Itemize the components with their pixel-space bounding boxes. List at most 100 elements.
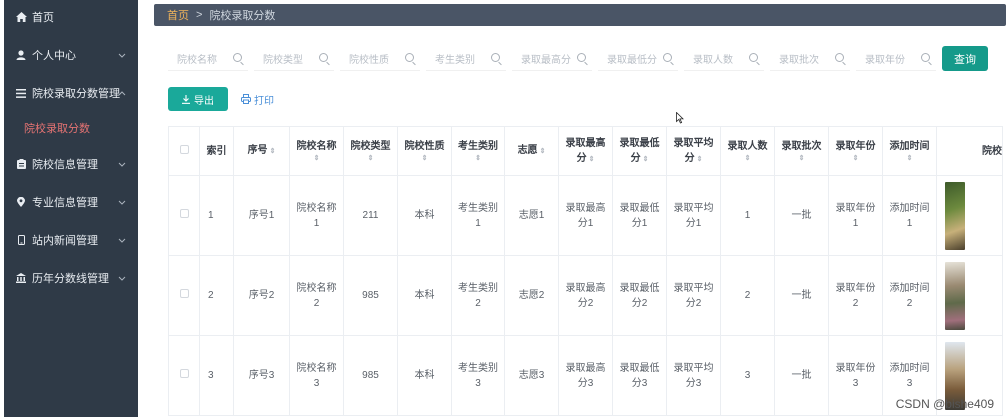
sidebar-item-label: 首页: [32, 12, 54, 24]
cell-admit-batch: 一批: [774, 255, 829, 336]
menu-icon: [12, 88, 30, 98]
header-wish[interactable]: 志愿 ⇕: [504, 126, 559, 176]
export-button[interactable]: 导出: [168, 87, 228, 111]
search-icon: [577, 53, 586, 62]
cell-student-category: 考生类别 3: [451, 335, 505, 416]
table-header-row: 索引 序号 ⇕ 院校名称 ⇕ 院校类型 ⇕ 院校性质 ⇕ 考生类别 ⇕ 志愿 ⇕ 录取最高分…: [168, 126, 1003, 176]
breadcrumb-home-link[interactable]: 首页: [167, 7, 189, 23]
search-input-college-nature[interactable]: 院校性质: [340, 47, 420, 71]
search-input-college-name[interactable]: 院校名称: [168, 47, 248, 71]
cell-min-score: 录取最低 分2: [612, 255, 667, 336]
breadcrumb: 首页 > 院校录取分数: [154, 4, 1006, 26]
header-admit-year[interactable]: 录取年份 ⇕: [828, 126, 883, 176]
cell-max-score: 录取最高 分2: [558, 255, 613, 336]
sidebar-item-college-info[interactable]: 院校信息管理: [4, 145, 138, 183]
cell-wish: 志愿2: [504, 255, 559, 336]
query-button[interactable]: 查询: [942, 46, 988, 71]
header-add-time[interactable]: 添加时间 ⇕: [882, 126, 937, 176]
search-icon: [749, 53, 758, 62]
header-student-category[interactable]: 考生类别 ⇕: [451, 126, 505, 176]
search-icon: [319, 53, 328, 62]
sidebar-subitem-admission-scores[interactable]: 院校录取分数: [4, 113, 138, 143]
header-college-nature[interactable]: 院校性质 ⇕: [397, 126, 452, 176]
sidebar-item-news[interactable]: 站内新闻管理: [4, 221, 138, 259]
sort-icon: ⇕: [852, 155, 859, 162]
sidebar-item-admission-scores-mgmt[interactable]: 院校录取分数管理: [4, 74, 138, 112]
cell-admit-batch: 一批: [774, 335, 829, 416]
search-input-admit-count[interactable]: 录取人数: [684, 47, 764, 71]
sidebar: 首页 个人中心 院校录取分数管理 院校录取分数 院校信息管理 专业信息管理 站内…: [4, 0, 138, 417]
cell-college-image[interactable]: [936, 175, 1003, 256]
search-input-admit-batch[interactable]: 录取批次: [770, 47, 850, 71]
row-checkbox[interactable]: [168, 255, 200, 336]
select-all-checkbox[interactable]: [168, 126, 200, 176]
clipboard-icon: [12, 159, 30, 169]
row-checkbox[interactable]: [168, 335, 200, 416]
cell-avg-score: 录取平均 分1: [666, 175, 721, 256]
watermark: CSDN @bishe409: [895, 397, 994, 411]
row-checkbox[interactable]: [168, 175, 200, 256]
cell-college-nature: 本科: [397, 335, 452, 416]
cell-wish: 志愿1: [504, 175, 559, 256]
search-icon: [491, 53, 500, 62]
college-image-thumbnail[interactable]: [945, 181, 965, 250]
search-input-student-category[interactable]: 考生类别: [426, 47, 506, 71]
header-college-type[interactable]: 院校类型 ⇕: [343, 126, 398, 176]
cell-college-type: 985: [343, 255, 398, 336]
cell-college-name: 院校名称 2: [289, 255, 344, 336]
cell-index: 2: [199, 255, 234, 336]
cell-admit-count: 3: [720, 335, 775, 416]
search-placeholder: 录取批次: [779, 55, 819, 66]
cell-college-nature: 本科: [397, 255, 452, 336]
search-placeholder: 考生类别: [435, 55, 475, 66]
search-icon: [921, 53, 930, 62]
search-placeholder: 录取最高分: [521, 55, 571, 66]
location-icon: [12, 197, 30, 207]
sidebar-item-label: 站内新闻管理: [32, 235, 98, 247]
chevron-down-icon: [118, 273, 126, 283]
app-root: 首页 个人中心 院校录取分数管理 院校录取分数 院校信息管理 专业信息管理 站内…: [0, 0, 1006, 417]
header-college-name[interactable]: 院校名称 ⇕: [289, 126, 344, 176]
search-placeholder: 院校名称: [177, 55, 217, 66]
header-max-score[interactable]: 录取最高分 ⇕: [558, 126, 613, 176]
building-icon: [12, 273, 30, 283]
sidebar-item-major-info[interactable]: 专业信息管理: [4, 183, 138, 221]
sidebar-item-historical-scores[interactable]: 历年分数线管理: [4, 259, 138, 297]
chevron-down-icon: [118, 50, 126, 60]
cell-college-name: 院校名称 3: [289, 335, 344, 416]
search-input-admit-year[interactable]: 录取年份: [856, 47, 936, 71]
table-row: 2 序号2 院校名称 2 985 本科 考生类别 2 志愿2 录取最高 分2 录取最低…: [168, 255, 1003, 336]
search-placeholder: 院校类型: [263, 55, 303, 66]
cell-seq: 序号3: [233, 335, 290, 416]
cell-college-nature: 本科: [397, 175, 452, 256]
sort-icon: ⇕: [475, 155, 481, 162]
header-college-image: 院校: [936, 126, 1003, 176]
cell-college-image[interactable]: [936, 255, 1003, 336]
sidebar-item-profile[interactable]: 个人中心: [4, 36, 138, 74]
header-seq[interactable]: 序号 ⇕: [233, 126, 290, 176]
cell-admit-year: 录取年份 2: [828, 255, 883, 336]
cell-index: 1: [199, 175, 234, 256]
sidebar-item-label: 院校录取分数管理: [32, 88, 120, 100]
sidebar-item-label: 历年分数线管理: [32, 273, 109, 285]
college-image-thumbnail[interactable]: [945, 261, 965, 330]
sort-icon: ⇕: [798, 155, 805, 162]
sidebar-item-home[interactable]: 首页: [4, 0, 138, 36]
print-button[interactable]: 打印: [241, 87, 274, 111]
search-input-college-type[interactable]: 院校类型: [254, 47, 334, 71]
sort-icon: ⇕: [269, 148, 276, 155]
download-icon: [182, 94, 190, 104]
cell-college-type: 985: [343, 335, 398, 416]
search-input-min-score[interactable]: 录取最低分: [598, 47, 678, 71]
header-admit-count[interactable]: 录取人数 ⇕: [720, 126, 775, 176]
sort-icon: ⇕: [642, 155, 649, 163]
header-min-score[interactable]: 录取最低分 ⇕: [612, 126, 667, 176]
sort-icon: ⇕: [539, 148, 546, 155]
cell-index: 3: [199, 335, 234, 416]
cell-add-time: 添加时间 2: [882, 255, 937, 336]
header-avg-score[interactable]: 录取平均分 ⇕: [666, 126, 721, 176]
home-icon: [12, 12, 30, 22]
sort-icon: ⇕: [588, 155, 595, 163]
header-admit-batch[interactable]: 录取批次 ⇕: [774, 126, 829, 176]
search-input-max-score[interactable]: 录取最高分: [512, 47, 592, 71]
